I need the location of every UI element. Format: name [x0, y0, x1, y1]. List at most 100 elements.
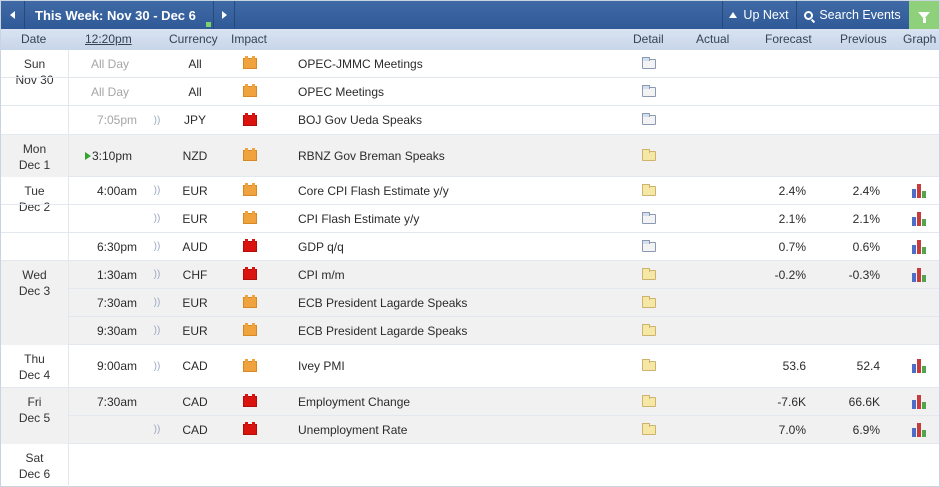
speaker-icon: )) [153, 213, 161, 224]
event-currency: EUR [182, 295, 208, 310]
impact-medium-icon[interactable] [239, 289, 261, 316]
impact-high-icon[interactable] [239, 233, 261, 260]
impact-medium-icon[interactable] [239, 135, 261, 176]
graph-icon[interactable] [906, 205, 932, 232]
impact-medium-icon[interactable] [239, 317, 261, 344]
detail-folder-icon[interactable] [637, 317, 661, 344]
event-row[interactable]: 7:30am CAD Employment Change -7.6K 66.6K [69, 388, 939, 416]
impact-high-icon[interactable] [239, 416, 261, 443]
event-title[interactable]: ECB President Lagarde Speaks [298, 289, 628, 316]
detail-folder-icon[interactable] [637, 261, 661, 288]
graph-icon[interactable] [906, 233, 932, 260]
event-row[interactable]: 7:30am )) EUR ECB President Lagarde Spea… [69, 289, 939, 317]
detail-folder-new-icon[interactable] [637, 205, 661, 232]
graph-icon[interactable] [906, 345, 932, 387]
event-row[interactable]: All Day All OPEC-JMMC Meetings [1, 50, 939, 78]
event-title[interactable]: ECB President Lagarde Speaks [298, 317, 628, 344]
graph-icon[interactable] [906, 177, 932, 204]
event-title[interactable]: Ivey PMI [298, 345, 628, 387]
next-week-button[interactable] [213, 1, 235, 29]
event-time: 9:30am [96, 323, 137, 338]
event-previous: 2.4% [852, 183, 880, 198]
event-row[interactable]: 9:30am )) EUR ECB President Lagarde Spea… [69, 317, 939, 345]
event-currency: EUR [182, 323, 208, 338]
detail-folder-icon[interactable] [637, 177, 661, 204]
impact-high-icon[interactable] [239, 261, 261, 288]
graph-icon[interactable] [906, 261, 932, 288]
event-forecast: 53.6 [782, 359, 806, 373]
event-time: 6:30pm [96, 239, 137, 254]
detail-folder-icon[interactable] [637, 289, 661, 316]
calendar-toolbar: This Week: Nov 30 - Dec 6 Up Next Search… [1, 1, 939, 29]
event-forecast: -7.6K [777, 394, 806, 409]
col-time-now[interactable]: 12:20pm [85, 32, 132, 46]
now-marker-icon [85, 151, 91, 160]
event-row[interactable]: 9:00am )) CAD Ivey PMI 53.6 52.4 [1, 345, 939, 388]
event-row[interactable]: 3:10pm NZD RBNZ Gov Breman Speaks [69, 135, 939, 177]
impact-medium-icon[interactable] [239, 78, 261, 105]
detail-folder-new-icon[interactable] [637, 106, 661, 134]
speaker-icon: )) [153, 114, 161, 126]
impact-medium-icon[interactable] [239, 205, 261, 232]
event-time: 9:00am [96, 359, 137, 373]
event-row[interactable]: 6:30pm )) AUD GDP q/q 0.7% 0.6% [1, 233, 939, 261]
event-forecast: -0.2% [774, 267, 806, 282]
event-title[interactable]: BOJ Gov Ueda Speaks [298, 106, 628, 134]
impact-medium-icon[interactable] [239, 177, 261, 204]
event-currency: CAD [182, 359, 208, 373]
event-row[interactable]: )) CAD Unemployment Rate 7.0% 6.9% [69, 416, 939, 444]
event-title[interactable]: OPEC-JMMC Meetings [298, 50, 628, 77]
event-title[interactable]: Unemployment Rate [298, 416, 628, 443]
event-previous: 2.1% [852, 211, 880, 226]
speaker-icon: )) [153, 297, 161, 308]
col-actual: Actual [696, 32, 730, 46]
col-previous: Previous [840, 32, 887, 46]
up-arrow-icon [729, 12, 738, 18]
impact-high-icon[interactable] [239, 388, 261, 415]
detail-folder-new-icon[interactable] [637, 50, 661, 77]
event-title[interactable]: Core CPI Flash Estimate y/y [298, 177, 628, 204]
search-icon [804, 10, 814, 20]
graph-icon[interactable] [906, 416, 932, 443]
event-title[interactable]: RBNZ Gov Breman Speaks [298, 135, 628, 176]
day-cell-fri: Fri Dec 5 [1, 388, 69, 444]
event-currency: NZD [182, 148, 208, 163]
impact-medium-icon[interactable] [239, 345, 261, 387]
event-title[interactable]: Employment Change [298, 388, 628, 415]
speaker-icon: )) [153, 269, 161, 280]
detail-folder-new-icon[interactable] [637, 233, 661, 260]
detail-folder-icon[interactable] [637, 135, 661, 176]
col-detail: Detail [633, 32, 664, 46]
event-row[interactable]: )) EUR CPI Flash Estimate y/y 2.1% 2.1% [1, 205, 939, 233]
up-next-label: Up Next [743, 8, 789, 22]
impact-high-icon[interactable] [239, 106, 261, 134]
event-time: 7:05pm [96, 113, 137, 127]
detail-folder-icon[interactable] [637, 388, 661, 415]
event-title[interactable]: OPEC Meetings [298, 78, 628, 105]
day-cell-wed: Wed Dec 3 [1, 261, 69, 345]
event-row[interactable]: All Day All OPEC Meetings [1, 78, 939, 106]
event-title[interactable]: CPI m/m [298, 261, 628, 288]
event-row[interactable]: 1:30am )) CHF CPI m/m -0.2% -0.3% [69, 261, 939, 289]
week-label: This Week: Nov 30 - Dec 6 [35, 7, 196, 23]
detail-folder-icon[interactable] [637, 345, 661, 387]
graph-icon[interactable] [906, 388, 932, 415]
event-time: All Day [90, 84, 129, 99]
event-row[interactable]: 4:00am )) EUR Core CPI Flash Estimate y/… [1, 177, 939, 205]
col-date: Date [21, 32, 47, 46]
event-row[interactable]: 7:05pm )) JPY BOJ Gov Ueda Speaks [1, 106, 939, 135]
week-selector[interactable]: This Week: Nov 30 - Dec 6 [26, 1, 213, 29]
prev-week-button[interactable] [1, 1, 25, 29]
detail-folder-icon[interactable] [637, 416, 661, 443]
col-impact: Impact [231, 32, 268, 46]
up-next-button[interactable]: Up Next [722, 1, 795, 29]
impact-medium-icon[interactable] [239, 50, 261, 77]
search-events-button[interactable]: Search Events [796, 1, 908, 29]
event-title[interactable]: CPI Flash Estimate y/y [298, 205, 628, 232]
search-events-label: Search Events [819, 8, 901, 22]
event-title[interactable]: GDP q/q [298, 233, 628, 260]
event-forecast: 2.4% [778, 183, 806, 198]
col-forecast: Forecast [765, 32, 812, 46]
filter-button[interactable] [909, 1, 939, 29]
detail-folder-new-icon[interactable] [637, 78, 661, 105]
